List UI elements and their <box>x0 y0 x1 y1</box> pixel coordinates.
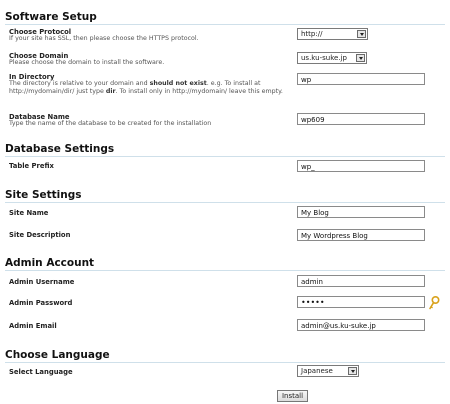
key-icon[interactable] <box>428 296 440 310</box>
protocol-description: If your site has SSL, then please choose… <box>9 35 199 42</box>
domain-description: Please choose the domain to install the … <box>9 59 165 66</box>
language-select-value: Japanese <box>301 367 333 375</box>
chevron-down-icon[interactable] <box>356 54 365 62</box>
chevron-down-icon[interactable] <box>348 367 357 375</box>
admin-password-input[interactable]: ••••• <box>297 296 425 308</box>
admin-email-input[interactable]: admin@us.ku-suke.jp <box>297 319 425 331</box>
directory-description-prefix: The directory is relative to your domain… <box>9 80 150 87</box>
site-description-label: Site Description <box>9 231 71 239</box>
section-title-admin-account: Admin Account <box>5 257 95 269</box>
section-title-choose-language: Choose Language <box>5 349 110 361</box>
directory-description-dir: dir <box>105 88 116 95</box>
protocol-select-value: http:// <box>301 30 323 38</box>
section-divider <box>5 270 445 271</box>
section-title-database-settings: Database Settings <box>5 143 115 155</box>
section-title-site-settings: Site Settings <box>5 189 82 201</box>
admin-email-label: Admin Email <box>9 322 57 330</box>
section-divider <box>5 156 445 157</box>
directory-description-suffix: . To install only in http://mydomain/ le… <box>115 88 283 95</box>
section-title-software-setup: Software Setup <box>5 11 97 23</box>
site-name-label: Site Name <box>9 209 49 217</box>
admin-username-input[interactable]: admin <box>297 275 425 287</box>
section-divider <box>5 24 445 25</box>
domain-select[interactable]: us.ku-suke.jp <box>297 52 367 64</box>
select-language-label: Select Language <box>9 368 73 376</box>
table-prefix-input[interactable]: wp_ <box>297 160 425 172</box>
language-select[interactable]: Japanese <box>297 365 359 377</box>
section-divider <box>5 202 445 203</box>
section-divider <box>5 362 445 363</box>
table-prefix-label: Table Prefix <box>9 162 54 170</box>
database-name-description: Type the name of the database to be crea… <box>9 120 212 127</box>
admin-username-label: Admin Username <box>9 278 75 286</box>
directory-description-bold: should not exist <box>149 80 207 87</box>
protocol-select[interactable]: http:// <box>297 28 368 40</box>
database-name-input[interactable]: wp609 <box>297 113 425 125</box>
install-button[interactable]: Install <box>277 390 308 402</box>
chevron-down-icon[interactable] <box>357 30 366 38</box>
directory-description: The directory is relative to your domain… <box>9 80 289 96</box>
directory-input[interactable]: wp <box>297 73 425 85</box>
site-description-input[interactable]: My Wordpress Blog <box>297 229 425 241</box>
site-name-input[interactable]: My Blog <box>297 206 425 218</box>
admin-password-label: Admin Password <box>9 299 73 307</box>
domain-select-value: us.ku-suke.jp <box>301 54 347 62</box>
